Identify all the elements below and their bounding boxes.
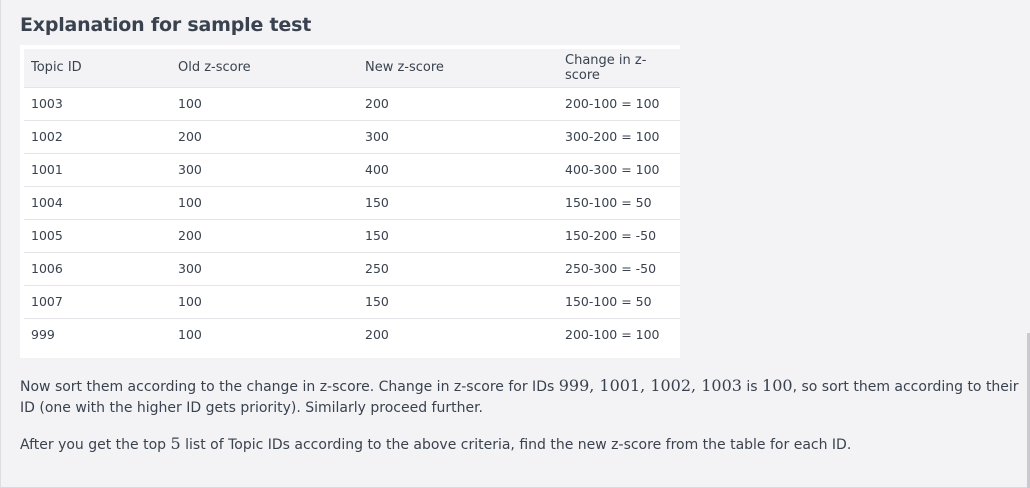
cell-old-z-score: 100 <box>178 96 202 111</box>
cell-change-z-score: 250-300 = -50 <box>565 261 657 276</box>
cell-topic-id: 999 <box>31 327 55 343</box>
section-heading: Explanation for sample test <box>20 14 312 36</box>
cell-topic-id: 1002 <box>31 129 63 144</box>
table-row: 1005 200 150 150-200 = -50 <box>24 219 680 252</box>
header-old-z-score: Old z-score <box>178 60 251 76</box>
text-segment: Now sort them according to the change in… <box>20 379 559 395</box>
cell-topic-id: 1007 <box>31 294 63 309</box>
table-row: 1007 100 150 150-100 = 50 <box>24 285 680 318</box>
header-new-z-score: New z-score <box>365 60 444 76</box>
cell-new-z-score: 150 <box>365 294 389 309</box>
cell-change-z-score: 200-100 = 100 <box>565 327 660 343</box>
problem-explanation-panel: Explanation for sample test Topic ID Old… <box>0 0 1030 488</box>
cell-change-z-score: 150-100 = 50 <box>565 195 652 210</box>
table-row: 1003 100 200 200-100 = 100 <box>24 87 680 120</box>
cell-change-z-score: 300-200 = 100 <box>565 129 660 144</box>
cell-old-z-score: 100 <box>178 327 202 343</box>
cell-new-z-score: 400 <box>365 162 389 177</box>
table-row: 1002 200 300 300-200 = 100 <box>24 120 680 153</box>
cell-old-z-score: 300 <box>178 162 202 177</box>
text-segment: After you get the top <box>20 437 171 453</box>
cell-old-z-score: 100 <box>178 294 202 309</box>
math-top-count: 5 <box>170 434 181 453</box>
sorting-explanation-text: Now sort them according to the change in… <box>20 375 1020 419</box>
final-step-text: After you get the top 5 list of Topic ID… <box>20 433 1020 456</box>
cell-change-z-score: 150-100 = 50 <box>565 294 652 309</box>
text-segment: is <box>741 379 763 395</box>
table-row: 1006 300 250 250-300 = -50 <box>24 252 680 285</box>
table-row: 1001 300 400 400-300 = 100 <box>24 153 680 186</box>
cell-new-z-score: 200 <box>365 327 389 343</box>
cell-topic-id: 1004 <box>31 195 63 210</box>
math-id-list: 999, 1001, 1002, 1003 <box>558 376 742 395</box>
cell-old-z-score: 200 <box>178 129 202 144</box>
z-score-table: Topic ID Old z-score New z-score Change … <box>24 49 680 351</box>
cell-new-z-score: 250 <box>365 261 389 276</box>
cell-new-z-score: 200 <box>365 96 389 111</box>
cell-old-z-score: 200 <box>178 228 202 243</box>
cell-topic-id: 1003 <box>31 96 63 111</box>
cell-change-z-score: 200-100 = 100 <box>565 96 660 111</box>
cell-topic-id: 1005 <box>31 228 63 243</box>
cell-change-z-score: 150-200 = -50 <box>565 228 657 243</box>
cell-topic-id: 1001 <box>31 162 63 177</box>
table-row: 1004 100 150 150-100 = 50 <box>24 186 680 219</box>
table-header-row: Topic ID Old z-score New z-score Change … <box>24 49 680 87</box>
text-segment: list of Topic IDs according to the above… <box>180 437 852 453</box>
cell-topic-id: 1006 <box>31 261 63 276</box>
header-change-z-score: Change in z-score <box>565 52 647 83</box>
cell-new-z-score: 150 <box>365 228 389 243</box>
cell-new-z-score: 150 <box>365 195 389 210</box>
math-change-value: 100 <box>762 376 793 395</box>
cell-old-z-score: 100 <box>178 195 202 210</box>
cell-new-z-score: 300 <box>365 129 389 144</box>
header-topic-id: Topic ID <box>31 60 82 76</box>
cell-change-z-score: 400-300 = 100 <box>565 162 660 177</box>
cell-old-z-score: 300 <box>178 261 202 276</box>
sample-table-container: Topic ID Old z-score New z-score Change … <box>20 45 680 358</box>
table-row: 999 100 200 200-100 = 100 <box>24 318 680 351</box>
